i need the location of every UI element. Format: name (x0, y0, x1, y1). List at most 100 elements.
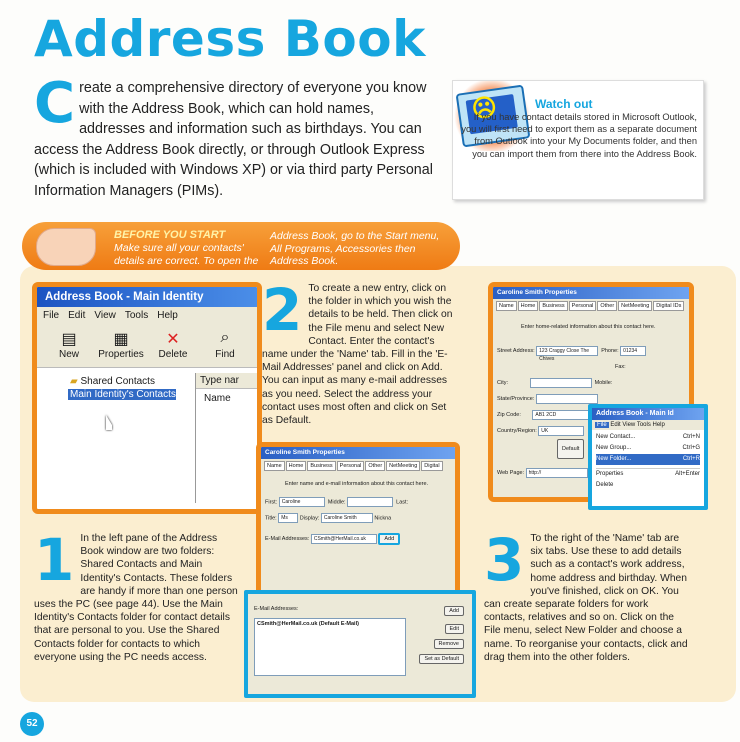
step-2-number: 2 (262, 276, 303, 344)
tab-other[interactable]: Other (365, 461, 386, 471)
tab-netmeeting[interactable]: NetMeeting (386, 461, 421, 471)
display-label: Display: (299, 515, 320, 522)
menu-edit[interactable]: Edit (610, 422, 620, 428)
tab-business[interactable]: Business (539, 301, 568, 311)
before-text-right: Address Book, go to the Start menu, All … (270, 230, 440, 267)
nickname-label: Nickna (374, 515, 392, 522)
tab-business[interactable]: Business (307, 461, 336, 471)
menu-item-properties[interactable]: Properties Alt+Enter (596, 468, 700, 480)
add-button[interactable]: Add (378, 533, 401, 545)
menu-item-delete[interactable]: Delete (596, 480, 700, 491)
delete-icon: ✕ (166, 331, 180, 348)
find-icon: ⌕ (220, 329, 230, 346)
drop-cap: C (34, 71, 76, 136)
email-entry[interactable]: CSmith@HerMail.co.uk (Default E-Mail) (255, 619, 405, 629)
screenshot-email-list-zoom: E-Mail Addresses: Add CSmith@HerMail.co.… (244, 590, 476, 698)
watch-out-box: ☹ Watch out If you have contact details … (452, 80, 704, 200)
screenshot-contact-properties-name: Caroline Smith Properties Name Home Busine… (256, 442, 460, 608)
window-title: Address Book - Main Identity (37, 287, 257, 307)
find-button[interactable]: ⌕ Find (199, 325, 251, 367)
last-label: Last: (396, 499, 409, 506)
first-field[interactable]: Caroline (278, 497, 325, 507)
delete-label: Delete (158, 349, 188, 360)
menu-file[interactable]: File (43, 310, 59, 321)
contacts-list: Type nar Name (195, 373, 257, 503)
middle-label: Middle: (327, 499, 346, 506)
col-name[interactable]: Name (196, 389, 257, 408)
tab-other[interactable]: Other (597, 301, 618, 311)
email-list: CSmith@HerMail.co.uk (Default E-Mail) (254, 618, 406, 676)
screenshot-address-book-window: Address Book - Main Identity File Edit Vie… (32, 282, 262, 514)
tab-name[interactable]: Name (264, 461, 285, 471)
state-label: State/Province: (497, 396, 535, 402)
fax-label: Fax: (615, 364, 626, 370)
tab-digital-ids[interactable]: Digital IDs (653, 301, 685, 311)
phone-field[interactable]: 01234 (620, 345, 647, 356)
before-you-start-banner: BEFORE YOU START Make sure all your cont… (22, 222, 460, 270)
menu-view[interactable]: View (94, 310, 116, 321)
tab-digital[interactable]: Digital (421, 461, 443, 471)
web-label: Web Page: (497, 470, 525, 476)
step-1: 1 In the left pane of the Address Book w… (34, 526, 240, 664)
intro-paragraph: Create a comprehensive directory of ever… (34, 71, 434, 201)
menu-help[interactable]: Help (157, 310, 178, 321)
set-as-default-button[interactable]: Set as Default (419, 654, 464, 664)
add-button[interactable]: Add (444, 606, 464, 616)
properties-button[interactable]: ▦ Properties (95, 325, 147, 367)
state-field[interactable] (535, 393, 598, 404)
tab-personal[interactable]: Personal (568, 301, 597, 311)
zip-field[interactable]: AB1 2CD (532, 409, 595, 420)
menu-edit[interactable]: Edit (68, 310, 85, 321)
tree-item-main-identity-contacts[interactable]: Main Identity's Contacts (68, 389, 176, 400)
display-field[interactable]: Caroline Smith (320, 513, 373, 523)
intro-text: reate a comprehensive directory of every… (34, 80, 433, 199)
edit-button[interactable]: Edit (444, 624, 464, 634)
toolbar: ▤ New ▦ Properties ✕ Delete ⌕ Find (37, 325, 257, 368)
city-field[interactable] (529, 377, 592, 388)
title-field[interactable]: Ms (278, 513, 299, 523)
tab-home[interactable]: Home (517, 301, 539, 311)
zip-label: Zip Code: (497, 412, 521, 418)
delete-button[interactable]: ✕ Delete (147, 325, 199, 367)
step-1-number: 1 (34, 526, 75, 594)
new-label: New (58, 349, 79, 360)
menu-item-new-folder[interactable]: New Folder... Ctrl+R (596, 454, 700, 465)
tab-netmeeting[interactable]: NetMeeting (618, 301, 653, 311)
window-title: Caroline Smith Properties (261, 447, 455, 459)
email-label: E-Mail Addresses: (254, 606, 299, 612)
step-2: 2 To create a new entry, click on the fo… (262, 276, 457, 427)
instruction: Enter home-related information about thi… (521, 324, 656, 330)
watch-out-text: If you have contact details stored in Mi… (461, 112, 697, 159)
remove-button[interactable]: Remove (433, 639, 464, 649)
first-label: First: (265, 499, 278, 506)
country-field[interactable]: UK (538, 425, 585, 436)
shared-contacts-label: Shared Contacts (80, 376, 155, 387)
screenshot-file-menu-zoom: Address Book - Main Id File Edit View To… (588, 404, 708, 510)
tab-home[interactable]: Home (285, 461, 307, 471)
find-label: Find (215, 349, 235, 360)
folder-tree: ▰ Shared Contacts Main Identity's Contac… (42, 373, 192, 503)
menu-help[interactable]: Help (653, 422, 665, 428)
new-button[interactable]: ▤ New (43, 325, 95, 367)
menu-file[interactable]: File (595, 422, 609, 428)
step-3-number: 3 (484, 526, 525, 594)
tree-item-shared-contacts[interactable]: ▰ Shared Contacts (42, 373, 192, 389)
street-field[interactable]: 123 Craggy Close The Chives (536, 345, 599, 362)
menu-view[interactable]: View (622, 422, 635, 428)
country-label: Country/Region: (497, 428, 537, 434)
middle-field[interactable] (347, 497, 394, 507)
mobile-label: Mobile: (594, 380, 613, 386)
menu-item-new-group[interactable]: New Group... Ctrl+G (596, 443, 700, 454)
menu-tools[interactable]: Tools (637, 422, 651, 428)
tab-personal[interactable]: Personal (336, 461, 365, 471)
menu-item-new-contact[interactable]: New Contact... Ctrl+N (596, 432, 700, 443)
menu-bar: File Edit View Tools Help (592, 420, 704, 430)
menu-bar: File Edit View Tools Help (37, 307, 257, 325)
menu-tools[interactable]: Tools (125, 310, 148, 321)
web-field[interactable]: http:// (525, 467, 588, 478)
email-field[interactable]: CSmith@HerMail.co.uk (310, 533, 377, 544)
default-checkbox[interactable]: Default (557, 439, 585, 459)
file-menu: New Contact... Ctrl+N New Group... Ctrl+… (592, 430, 704, 493)
col-type[interactable]: Type nar (196, 373, 257, 389)
tab-name[interactable]: Name (496, 301, 517, 311)
